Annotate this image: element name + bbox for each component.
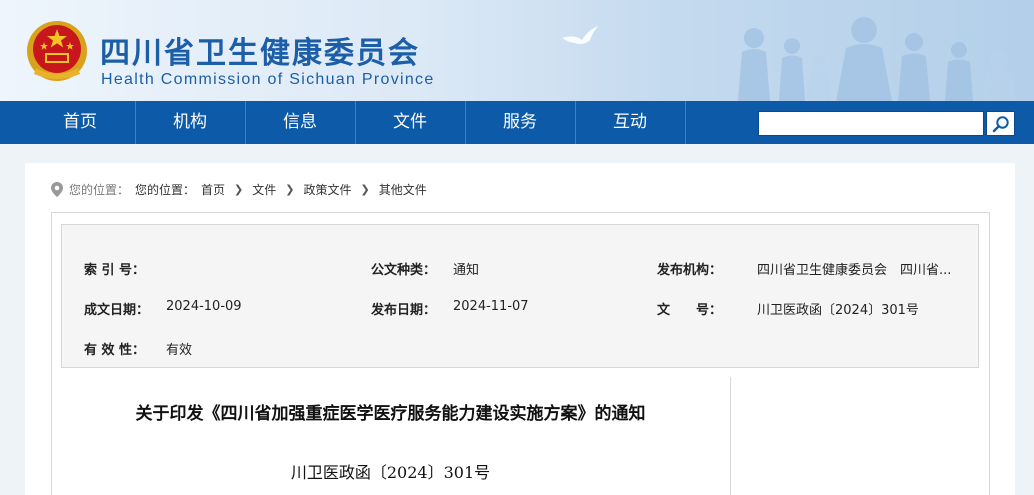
nav-item-services[interactable]: 服务 (465, 101, 575, 144)
dove-icon (562, 26, 598, 44)
nav-separator (685, 101, 686, 144)
search-icon (992, 115, 1009, 132)
breadcrumb-label: 您的位置： (135, 182, 196, 197)
document-type-value: 通知 (453, 263, 480, 278)
nav-item-home[interactable]: 首页 (25, 101, 135, 144)
document-number-value: 川卫医政函〔2024〕301号 (757, 303, 919, 318)
main-nav: 首页 机构 信息 文件 服务 互动 (0, 101, 1034, 144)
breadcrumb-prefix: 您的位置： (69, 182, 130, 197)
document-type-label: 公文种类： (371, 263, 437, 278)
created-date-label: 成文日期： (84, 303, 150, 318)
breadcrumb-chevron-icon: ❯ (360, 182, 370, 196)
breadcrumb-link-documents[interactable]: 文件 (252, 181, 276, 198)
sidebar-divider (730, 377, 731, 495)
validity-value: 有效 (166, 343, 193, 358)
site-subtitle: Health Commission of Sichuan Province (101, 71, 435, 88)
breadcrumb-chevron-icon: ❯ (234, 182, 244, 196)
location-pin-icon (51, 181, 63, 197)
document-metadata: 索 引 号： 公文种类： 通知 发布机构： 四川省卫生健康委员会 四川省... … (61, 224, 979, 368)
nav-item-interaction[interactable]: 互动 (575, 101, 685, 144)
breadcrumb-link-policy-documents[interactable]: 政策文件 (304, 181, 352, 198)
document-number-label: 文 号： (657, 303, 723, 318)
nav-item-information[interactable]: 信息 (245, 101, 355, 144)
nav-item-documents[interactable]: 文件 (355, 101, 465, 144)
validity-label: 有 效 性： (84, 343, 146, 358)
breadcrumb: 您的位置： 您的位置： 首页 ❯ 文件 ❯ 政策文件 ❯ 其他文件 (51, 180, 427, 198)
breadcrumb-link-other-documents[interactable]: 其他文件 (379, 181, 427, 198)
main-content: 您的位置： 您的位置： 首页 ❯ 文件 ❯ 政策文件 ❯ 其他文件 索 引 号：… (25, 163, 1015, 495)
index-number-label: 索 引 号： (84, 263, 146, 278)
published-date-value: 2024-11-07 (453, 299, 529, 314)
family-silhouette-banner (738, 17, 1016, 101)
site-header: 四川省卫生健康委员会 Health Commission of Sichuan … (0, 0, 1034, 101)
site-title: 四川省卫生健康委员会 (100, 36, 420, 71)
published-date-label: 发布日期： (371, 303, 437, 318)
breadcrumb-link-home[interactable]: 首页 (201, 181, 225, 198)
search-box (758, 111, 984, 136)
nav-item-organization[interactable]: 机构 (135, 101, 245, 144)
publisher-value: 四川省卫生健康委员会 四川省... (757, 263, 952, 278)
breadcrumb-chevron-icon: ❯ (285, 182, 295, 196)
document-title: 关于印发《四川省加强重症医学医疗服务能力建设实施方案》的通知 (135, 404, 646, 424)
national-emblem-icon (27, 21, 87, 81)
created-date-value: 2024-10-09 (166, 299, 242, 314)
publisher-label: 发布机构： (657, 263, 723, 278)
search-button[interactable] (986, 111, 1015, 136)
document-reference-number: 川卫医政函〔2024〕301号 (290, 463, 491, 482)
search-input[interactable] (759, 112, 983, 135)
